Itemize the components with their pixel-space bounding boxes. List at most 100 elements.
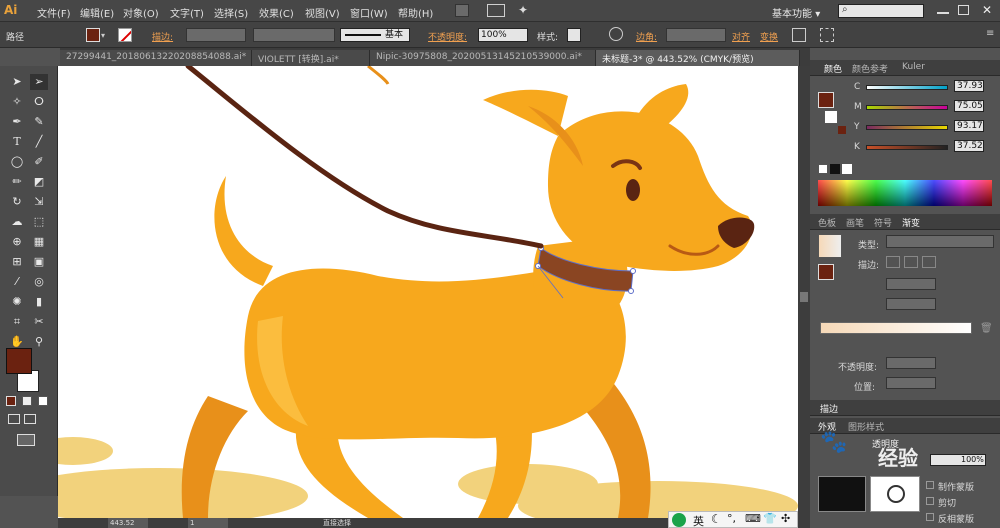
recolor-icon[interactable] [609,27,623,41]
gradient-tool-icon[interactable]: ▣ [30,254,48,270]
draw-normal-icon[interactable] [8,414,20,424]
gradient-angle-field[interactable] [886,278,936,290]
zoom-tool-icon[interactable]: ⚲ [30,334,48,350]
color-mode-icon[interactable] [6,396,16,406]
tab-brushes[interactable]: 画笔 [846,216,864,229]
arrange-documents-icon[interactable] [487,4,505,17]
opacity-field[interactable]: 100% [478,28,528,42]
black-swatch[interactable] [830,164,840,174]
gradient-fill-swatch[interactable] [818,264,834,280]
skin-icon[interactable]: 👕 [763,512,777,525]
gradient-opacity-field[interactable] [886,357,936,369]
transform-link[interactable]: 变换 [760,30,778,43]
draw-behind-icon[interactable] [24,414,36,424]
lasso-icon[interactable]: ⵔ [30,94,48,110]
trash-icon[interactable]: 🗑 [980,323,993,334]
menu-file[interactable]: 文件(F) [37,5,71,20]
gradient-position-field[interactable] [886,377,936,389]
out-of-gamut-icon[interactable] [838,126,846,134]
perspective-grid-icon[interactable]: ▦ [30,234,48,250]
zoom-field[interactable]: 443.52 [108,518,148,528]
stroke-within-icon[interactable] [886,256,900,268]
tab-color[interactable]: 颜色 [824,62,842,75]
stroke-along-icon[interactable] [904,256,918,268]
menu-select[interactable]: 选择(S) [214,5,248,20]
variable-width-field[interactable] [253,28,335,42]
scroll-thumb[interactable] [800,292,808,302]
magic-wand-icon[interactable]: ✧ [8,94,26,110]
none-mode-icon[interactable] [38,396,48,406]
tab-symbols[interactable]: 符号 [874,216,892,229]
symbol-sprayer-icon[interactable]: ✺ [8,294,26,310]
white-swatch[interactable] [842,164,852,174]
star-icon[interactable]: ✦ [518,3,528,17]
channel-m-slider[interactable] [866,105,948,110]
channel-y-slider[interactable] [866,125,948,130]
channel-c-slider[interactable] [866,85,948,90]
stroke-across-icon[interactable] [922,256,936,268]
tab-document-2[interactable]: VIOLETT [转换].ai* [252,50,370,66]
maximize-icon[interactable] [958,5,969,15]
tab-document-active[interactable]: 未标题-3* @ 443.52% (CMYK/预览) [596,50,800,66]
panel-menu-icon[interactable]: ≡ [986,28,994,39]
channel-y-value[interactable]: 93.17 [954,120,984,132]
eraser-icon[interactable]: ◩ [30,174,48,190]
menu-edit[interactable]: 编辑(E) [80,5,114,20]
menu-help[interactable]: 帮助(H) [398,5,433,20]
chevron-down-icon[interactable]: ▾ [101,31,105,40]
stroke-label[interactable]: 描边: [152,30,173,43]
scale-tool-icon[interactable]: ⇲ [30,194,48,210]
moon-icon[interactable]: ☾ [711,512,722,526]
ime-mode[interactable]: 英 [693,513,704,528]
graphic-style-swatch[interactable] [567,28,581,42]
menu-view[interactable]: 视图(V) [305,5,340,20]
anchor-point[interactable] [628,288,634,294]
tab-document-3[interactable]: Nipic-30975808_20200513145210539000.ai* [370,50,596,66]
channel-c-value[interactable]: 37.93 [954,80,984,92]
tab-swatches[interactable]: 色板 [818,216,836,229]
menu-type[interactable]: 文字(T) [170,5,204,20]
column-graph-icon[interactable]: ▮ [30,294,48,310]
line-tool-icon[interactable]: ╱ [30,134,48,150]
appearance-opacity-field[interactable]: 100% [930,454,986,466]
blend-tool-icon[interactable]: ◎ [30,274,48,290]
color-stroke-swatch[interactable] [824,110,838,124]
direct-selection-tool-icon[interactable]: ➢ [30,74,48,90]
color-spectrum[interactable] [818,180,992,206]
fill-swatch[interactable] [86,28,100,42]
gradient-thumbnail[interactable] [818,234,842,258]
artboard-number-field[interactable]: 1 [188,518,228,528]
channel-k-value[interactable]: 37.52 [954,140,984,152]
warp-tool-icon[interactable]: ☁ [8,214,26,230]
ellipse-tool-icon[interactable]: ◯ [8,154,26,170]
type-tool-icon[interactable]: T [8,134,26,150]
color-fill-swatch[interactable] [818,92,834,108]
bridge-icon[interactable] [455,4,469,17]
tab-kuler[interactable]: Kuler [902,62,925,72]
pencil-icon[interactable]: ✏ [8,174,26,190]
select-similar-icon[interactable] [820,28,834,42]
opacity-label[interactable]: 不透明度: [428,30,467,43]
stroke-weight-field[interactable] [186,28,246,42]
pen-tool-icon[interactable]: ✒ [8,114,26,130]
channel-m-value[interactable]: 75.05 [954,100,984,112]
keyboard-icon[interactable]: ⌨ [745,512,761,525]
artboard-canvas[interactable] [58,66,798,518]
clip-checkbox[interactable] [926,497,934,505]
shape-builder-icon[interactable]: ⊕ [8,234,26,250]
minimize-icon[interactable] [937,12,949,14]
anchor-point[interactable] [630,268,636,274]
free-transform-icon[interactable]: ⬚ [30,214,48,230]
corner-label[interactable]: 边角: [636,30,657,43]
screen-mode-icon[interactable] [17,434,35,446]
make-mask-checkbox[interactable] [926,481,934,489]
none-swatch[interactable] [818,164,828,174]
slice-tool-icon[interactable]: ✂ [30,314,48,330]
corner-field[interactable] [666,28,726,42]
mesh-tool-icon[interactable]: ⊞ [8,254,26,270]
workspace-switcher[interactable]: 基本功能 ▾ [772,5,820,20]
gradient-mode-icon[interactable] [22,396,32,406]
curvature-tool-icon[interactable]: ✎ [30,114,48,130]
align-link[interactable]: 对齐 [732,30,750,43]
gradient-slider[interactable] [820,322,972,334]
